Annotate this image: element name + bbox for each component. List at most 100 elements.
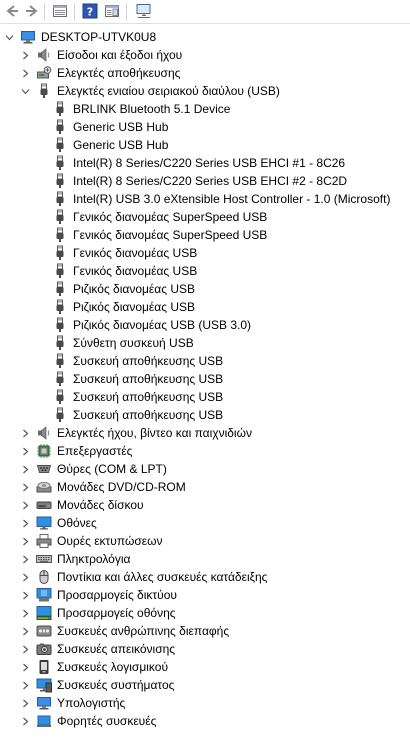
- tree-category-item[interactable]: Θύρες (COM & LPT): [20, 460, 167, 478]
- chevron-right-icon[interactable]: [20, 622, 30, 640]
- tree-device-item[interactable]: Σύνθετη συσκευή USB: [36, 334, 194, 352]
- network-adapter-icon: [36, 587, 52, 603]
- chevron-placeholder: [36, 352, 46, 370]
- tree-device-item[interactable]: Intel(R) USB 3.0 eXtensible Host Control…: [36, 190, 390, 208]
- printer-icon: [36, 533, 52, 549]
- properties-view-button[interactable]: [50, 2, 70, 22]
- tree-device-item[interactable]: Generic USB Hub: [36, 118, 168, 136]
- action-pane-button[interactable]: [102, 2, 122, 22]
- forward-button[interactable]: [22, 2, 42, 22]
- tree-device-item-label: Γενικός διανομέας SuperSpeed USB: [73, 210, 268, 224]
- chevron-down-icon[interactable]: [4, 28, 14, 46]
- tree-category-item[interactable]: Είσοδοι και έξοδοι ήχου: [20, 46, 182, 64]
- tree-device-item[interactable]: Ριζικός διανομέας USB (USB 3.0): [36, 316, 251, 334]
- tree-category-item[interactable]: Ελεγκτές ήχου, βίντεο και παιχνιδιών: [20, 424, 252, 442]
- dvd-drive-icon: [36, 479, 52, 495]
- chevron-right-icon[interactable]: [20, 514, 30, 532]
- chevron-right-icon[interactable]: [20, 568, 30, 586]
- chevron-placeholder: [36, 406, 46, 424]
- chevron-right-icon[interactable]: [20, 550, 30, 568]
- computer-icon: [36, 695, 52, 711]
- tree-category-item[interactable]: Συσκευές απεικόνισης: [20, 640, 175, 658]
- tree-category-item[interactable]: Ελεγκτές αποθήκευσης: [20, 64, 180, 82]
- tree-category-item-label: Θύρες (COM & LPT): [57, 462, 167, 476]
- tree-device-item[interactable]: Generic USB Hub: [36, 136, 168, 154]
- tree-category-item[interactable]: Ποντίκια και άλλες συσκευές κατάδειξης: [20, 568, 267, 586]
- tree-device-item[interactable]: Συσκευή αποθήκευσης USB: [36, 370, 223, 388]
- tree-device-item[interactable]: Γενικός διανομέας SuperSpeed USB: [36, 208, 267, 226]
- chevron-right-icon[interactable]: [20, 496, 30, 514]
- tree-device-item[interactable]: Συσκευή αποθήκευσης USB: [36, 352, 223, 370]
- back-button[interactable]: [2, 2, 22, 22]
- tree-category-item-label: Οθόνες: [57, 516, 97, 530]
- usb-device-icon: [52, 317, 68, 333]
- scan-hardware-button[interactable]: [134, 2, 154, 22]
- tree-device-item[interactable]: Γενικός διανομέας USB: [36, 244, 197, 262]
- chevron-right-icon[interactable]: [20, 46, 30, 64]
- arrow-left-icon: [4, 3, 20, 22]
- system-device-icon: [36, 677, 52, 693]
- tree-category-usb[interactable]: Ελεγκτές ενιαίου σειριακού διαύλου (USB): [20, 82, 280, 100]
- tree-device-item[interactable]: Γενικός διανομέας USB: [36, 262, 197, 280]
- tree-device-item[interactable]: Intel(R) 8 Series/C220 Series USB EHCI #…: [36, 154, 345, 172]
- tree-category-item[interactable]: Μονάδες δίσκου: [20, 496, 144, 514]
- tree-category-item-label: Συσκευές απεικόνισης: [57, 642, 176, 656]
- tree-device-item[interactable]: Intel(R) 8 Series/C220 Series USB EHCI #…: [36, 172, 347, 190]
- tree-device-item-label: Συσκευή αποθήκευσης USB: [73, 390, 224, 404]
- chevron-right-icon[interactable]: [20, 424, 30, 442]
- chevron-right-icon[interactable]: [20, 460, 30, 478]
- monitor-scan-icon: [135, 3, 153, 22]
- tree-category-item[interactable]: Οθόνες: [20, 514, 97, 532]
- chevron-right-icon[interactable]: [20, 694, 30, 712]
- tree-category-item-label: Είσοδοι και έξοδοι ήχου: [57, 48, 183, 62]
- tree-category-item-label: Επεξεργαστές: [57, 444, 133, 458]
- chevron-placeholder: [36, 316, 46, 334]
- usb-device-icon: [52, 173, 68, 189]
- usb-icon: [36, 83, 52, 99]
- tree-device-item[interactable]: BRLINK Bluetooth 5.1 Device: [36, 100, 230, 118]
- tree-device-item[interactable]: Συσκευή αποθήκευσης USB: [36, 406, 223, 424]
- chevron-right-icon[interactable]: [20, 676, 30, 694]
- tree-category-item-label: Συσκευές συστήματος: [57, 678, 175, 692]
- tree-category-usb-label: Ελεγκτές ενιαίου σειριακού διαύλου (USB): [57, 84, 280, 98]
- usb-device-icon: [52, 353, 68, 369]
- tree-category-item[interactable]: Προσαρμογείς δικτύου: [20, 586, 177, 604]
- tree-category-item[interactable]: Πληκτρολόγια: [20, 550, 130, 568]
- tree-category-item-label: Προσαρμογείς δικτύου: [57, 588, 177, 602]
- help-button[interactable]: ?: [80, 2, 100, 22]
- tree-category-item[interactable]: Επεξεργαστές: [20, 442, 132, 460]
- tree-device-item[interactable]: Συσκευή αποθήκευσης USB: [36, 388, 223, 406]
- tree-category-item-label: Συσκευές λογισμικού: [57, 660, 168, 674]
- tree-category-item[interactable]: Ουρές εκτυπώσεων: [20, 532, 162, 550]
- chevron-right-icon[interactable]: [20, 658, 30, 676]
- speaker-icon: [36, 425, 52, 441]
- chevron-right-icon[interactable]: [20, 640, 30, 658]
- chevron-right-icon[interactable]: [20, 64, 30, 82]
- tree-device-item[interactable]: Ριζικός διανομέας USB: [36, 280, 195, 298]
- tree-device-item[interactable]: Ριζικός διανομέας USB: [36, 298, 195, 316]
- tree-root-computer-label: DESKTOP-UTVK0U8: [41, 30, 157, 44]
- tree-root-computer[interactable]: DESKTOP-UTVK0U8: [4, 28, 156, 46]
- tree-device-item-label: BRLINK Bluetooth 5.1 Device: [73, 102, 231, 116]
- tree-category-item[interactable]: Φορητές συσκευές: [20, 712, 156, 730]
- chevron-right-icon[interactable]: [20, 532, 30, 550]
- tree-category-item[interactable]: Συσκευές ανθρώπινης διεπαφής: [20, 622, 229, 640]
- tree-category-item[interactable]: Προσαρμογείς οθόνης: [20, 604, 176, 622]
- tree-category-item[interactable]: Συσκευές συστήματος: [20, 676, 174, 694]
- tree-category-item[interactable]: Συσκευές λογισμικού: [20, 658, 168, 676]
- tree-device-item[interactable]: Γενικός διανομέας SuperSpeed USB: [36, 226, 267, 244]
- chevron-right-icon[interactable]: [20, 478, 30, 496]
- chevron-right-icon[interactable]: [20, 712, 30, 730]
- tree-category-item[interactable]: Υπολογιστής: [20, 694, 125, 712]
- usb-device-icon: [52, 137, 68, 153]
- chevron-right-icon[interactable]: [20, 586, 30, 604]
- chevron-right-icon[interactable]: [20, 604, 30, 622]
- processor-icon: [36, 443, 52, 459]
- toolbar-separator: [74, 3, 75, 21]
- tree-category-item[interactable]: Μονάδες DVD/CD-ROM: [20, 478, 186, 496]
- portable-device-icon: [36, 713, 52, 729]
- usb-device-icon: [52, 155, 68, 171]
- chevron-right-icon[interactable]: [20, 442, 30, 460]
- chevron-down-icon[interactable]: [20, 82, 30, 100]
- speaker-icon: [36, 47, 52, 63]
